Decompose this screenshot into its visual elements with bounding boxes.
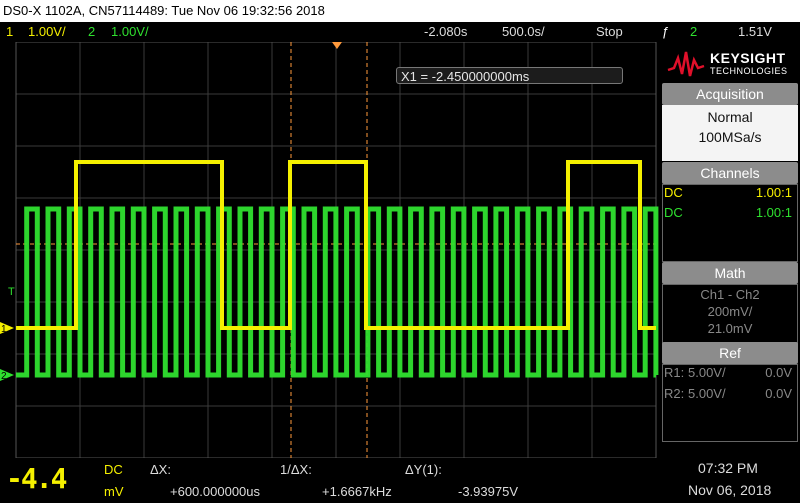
ch2-coupling: DC <box>664 205 683 220</box>
trigger-level[interactable]: 1.51V <box>738 22 772 42</box>
math-header[interactable]: Math <box>662 262 798 284</box>
ch2-trace <box>16 206 659 378</box>
ref2-scale: 5.00V/ <box>688 386 726 401</box>
clock-date: Nov 06, 2018 <box>688 482 772 498</box>
brand-name: KEYSIGHT <box>710 50 786 66</box>
trigger-level-marker: T <box>8 286 15 298</box>
inverse-delta-x-label: 1/ΔX: <box>280 462 312 477</box>
acquisition-rate: 100MSa/s <box>698 129 762 145</box>
trigger-position-marker <box>332 42 342 49</box>
waveform-display[interactable]: T 1 2 X1 = -2.450000000ms <box>0 42 660 458</box>
trigger-edge-icon: ƒ <box>662 24 670 39</box>
ch1-coupling: DC <box>664 185 683 200</box>
clock-time: 07:32 PM <box>698 460 758 476</box>
run-state[interactable]: Stop <box>596 22 623 42</box>
delta-x-label: ΔX: <box>150 462 171 477</box>
keysight-wave-icon <box>667 51 705 77</box>
dvm-unit: mV <box>104 484 124 499</box>
ch1-number[interactable]: 1 <box>6 22 13 42</box>
measurement-bar: -4.4 DC mV ΔX: +600.000000us 1/ΔX: +1.66… <box>0 458 800 503</box>
time-offset[interactable]: -2.080s <box>424 22 467 42</box>
ch1-scale[interactable]: 1.00V/ <box>28 22 66 42</box>
side-panel: KEYSIGHT TECHNOLOGIES Acquisition Normal… <box>660 42 800 458</box>
inverse-delta-x-value: +1.6667kHz <box>322 484 392 499</box>
delta-y-value: -3.93975V <box>458 484 518 499</box>
ref1-offset: 0.0V <box>765 365 792 380</box>
ref1-name: R1: <box>664 365 685 380</box>
time-scale[interactable]: 500.0s/ <box>502 22 545 42</box>
math-offset: 21.0mV <box>707 321 753 336</box>
ref1-scale: 5.00V/ <box>688 365 726 380</box>
delta-x-value: +600.000000us <box>170 484 261 499</box>
brand-logo: KEYSIGHT TECHNOLOGIES <box>660 42 800 84</box>
brand-sub: TECHNOLOGIES <box>710 66 788 76</box>
ch2-number[interactable]: 2 <box>88 22 95 42</box>
math-expression: Ch1 - Ch2 <box>700 287 760 302</box>
ref2-offset: 0.0V <box>765 386 792 401</box>
acquisition-header[interactable]: Acquisition <box>662 83 798 105</box>
acquisition-body[interactable]: Normal 100MSa/s <box>662 105 798 161</box>
delta-y-label: ΔY(1): <box>405 462 442 477</box>
ch1-ground-label: 1 <box>1 324 7 335</box>
ref-header[interactable]: Ref <box>662 342 798 364</box>
ch2-ground-label: 2 <box>1 371 7 382</box>
dvm-coupling: DC <box>104 462 123 477</box>
math-scale: 200mV/ <box>707 304 753 319</box>
trigger-channel[interactable]: 2 <box>690 22 697 42</box>
window-title: DS0-X 1102A, CN57114489: Tue Nov 06 19:3… <box>3 3 325 18</box>
ch2-probe: 1.00:1 <box>755 205 792 220</box>
waveform-svg: T 1 2 <box>0 42 659 458</box>
ref2-name: R2: <box>664 386 685 401</box>
dvm-value: -4.4 <box>6 462 67 495</box>
title-bar: DS0-X 1102A, CN57114489: Tue Nov 06 19:3… <box>0 0 800 22</box>
math-body[interactable]: Ch1 - Ch2 200mV/ 21.0mV <box>662 284 798 344</box>
cursor-readout: X1 = -2.450000000ms <box>396 67 623 84</box>
ch2-scale[interactable]: 1.00V/ <box>111 22 149 42</box>
acquisition-mode: Normal <box>707 109 753 125</box>
channels-header[interactable]: Channels <box>662 162 798 184</box>
ch1-probe: 1.00:1 <box>755 185 792 200</box>
status-bar: 1 1.00V/ 2 1.00V/ -2.080s 500.0s/ Stop ƒ… <box>0 22 800 42</box>
